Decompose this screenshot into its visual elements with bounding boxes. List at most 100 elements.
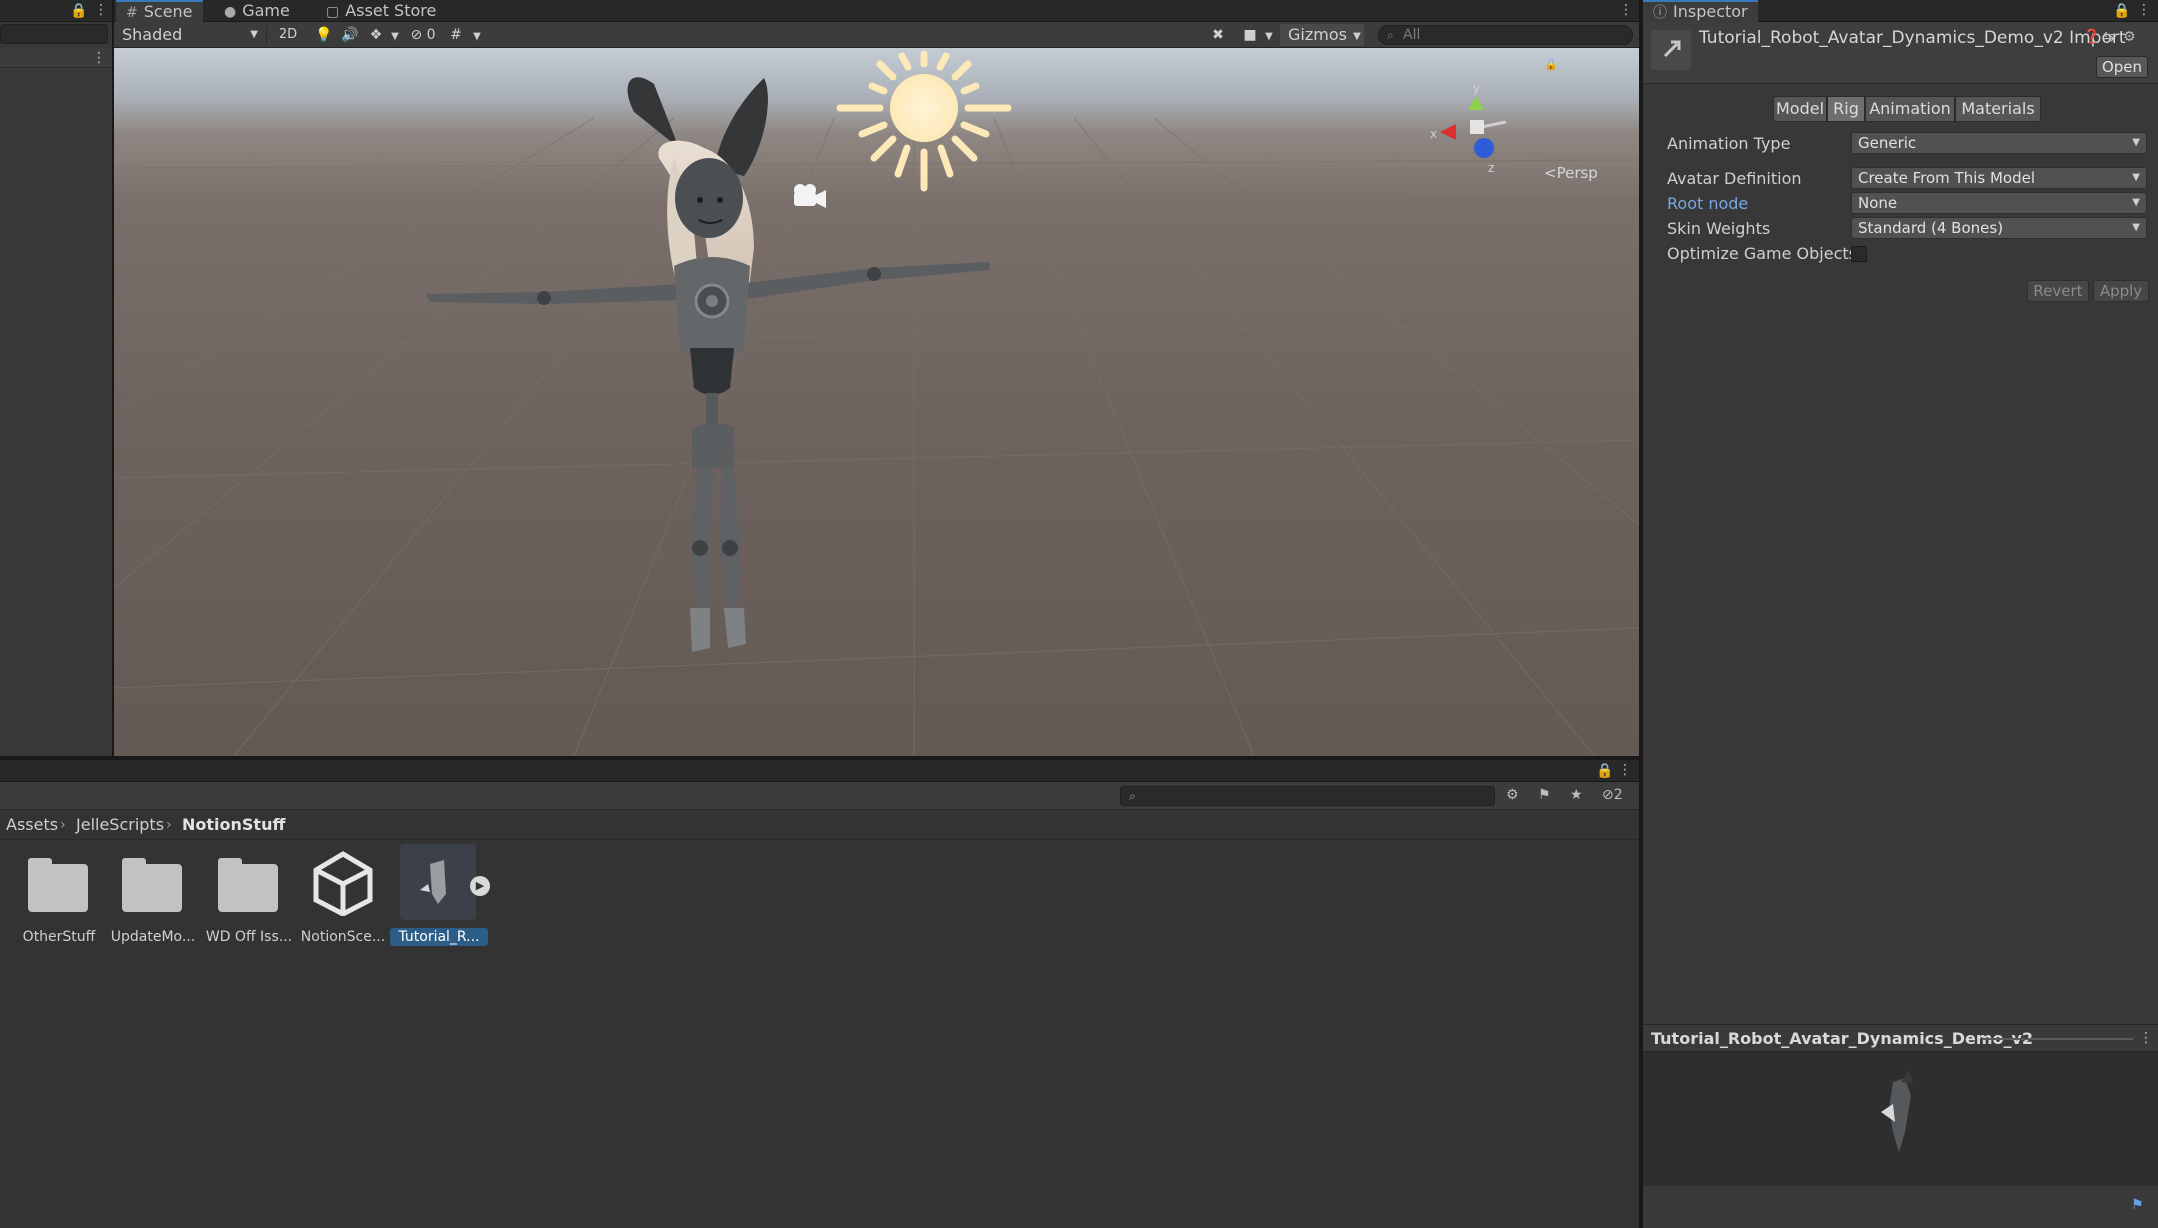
preview-header[interactable]: Tutorial_Robot_Avatar_Dynamics_Demo_v2 ⋮ (1643, 1024, 2158, 1052)
tab-scene-label: Scene (143, 2, 193, 21)
revert-button[interactable]: Revert (2027, 280, 2089, 302)
hierarchy-scene-row[interactable]: ⋮ (0, 48, 112, 68)
help-icon[interactable]: ❓ (2083, 30, 2100, 44)
hidden-packages-count: 2 (1613, 787, 1623, 803)
asset-scene-notionscene[interactable]: NotionSce... (298, 850, 388, 945)
sun-light-gizmo[interactable] (836, 50, 1012, 192)
avatar-definition-label: Avatar Definition (1667, 169, 1802, 188)
x-axis-label: x (1430, 127, 1437, 141)
kebab-menu-icon[interactable]: ⋮ (2139, 1031, 2153, 1045)
project-search-input[interactable]: ⌕ (1120, 786, 1495, 806)
root-node-dropdown[interactable]: None ▼ (1851, 192, 2147, 214)
chevron-down-icon: ▼ (250, 29, 258, 40)
breadcrumb-assets[interactable]: Assets (6, 810, 58, 840)
scene-search-placeholder: All (1403, 27, 1421, 43)
x-axis-handle (1440, 124, 1456, 140)
asset-model-tutorial-robot[interactable]: ▶ Tutorial_R... (390, 844, 490, 946)
lock-icon[interactable]: 🔒 (2113, 4, 2130, 18)
kebab-menu-icon[interactable]: ⋮ (92, 51, 106, 65)
z-axis-label: z (1488, 161, 1494, 175)
hierarchy-panel: 🔒 ⋮ ⋮ (0, 0, 114, 756)
effects-toggle-icon[interactable]: ❖ (364, 24, 388, 46)
preset-icon[interactable]: ⇆ (2103, 30, 2115, 44)
chevron-down-icon[interactable]: ▼ (388, 24, 402, 46)
avatar-definition-dropdown[interactable]: Create From This Model ▼ (1851, 167, 2147, 189)
scene-search-input[interactable]: ⌕ All (1378, 25, 1633, 45)
favorites-star-icon[interactable]: ★ (1570, 788, 1583, 802)
asset-folder-updatemo[interactable]: UpdateMo... (108, 850, 198, 945)
apply-button[interactable]: Apply (2093, 280, 2149, 302)
drag-handle[interactable] (1983, 1038, 2133, 1040)
tab-inspector-label: Inspector (1673, 2, 1748, 21)
root-node-label[interactable]: Root node (1667, 194, 1748, 213)
lock-icon: 🔒 (1544, 58, 1558, 71)
tools-icon[interactable]: ✖ (1206, 24, 1230, 46)
model-thumbnail-icon (400, 844, 476, 920)
preview-title: Tutorial_Robot_Avatar_Dynamics_Demo_v2 (1651, 1029, 2034, 1048)
inspector-header: ⓘ Inspector 🔒 ⋮ (1643, 0, 2158, 22)
gizmos-label: Gizmos (1288, 25, 1347, 44)
tab-animation[interactable]: Animation (1865, 96, 1955, 122)
tab-game-label: Game (242, 1, 290, 20)
scene-visibility-toggle[interactable]: ⊘ 0 (404, 24, 442, 46)
audio-toggle-icon[interactable]: 🔊 (338, 24, 362, 46)
animation-type-value: Generic (1858, 134, 1917, 152)
search-icon: ⌕ (1129, 789, 1136, 803)
tab-scene[interactable]: # Scene (116, 0, 203, 22)
animation-type-label: Animation Type (1667, 134, 1791, 153)
chevron-right-icon: › (60, 817, 66, 833)
hidden-packages-toggle[interactable]: ⊘2 (1602, 788, 1623, 802)
hierarchy-header: 🔒 ⋮ (0, 0, 112, 22)
open-button[interactable]: Open (2096, 56, 2148, 78)
shading-mode-dropdown[interactable]: Shaded ▼ (114, 24, 264, 46)
tab-inspector[interactable]: ⓘ Inspector (1643, 0, 1758, 22)
project-header: 🔒 ⋮ (0, 760, 1639, 782)
kebab-menu-icon[interactable]: ⋮ (2137, 3, 2151, 17)
chevron-down-icon[interactable]: ▼ (1350, 24, 1364, 46)
root-node-value: None (1858, 194, 1898, 212)
chevron-down-icon[interactable]: ▼ (1262, 24, 1276, 46)
tab-materials[interactable]: Materials (1955, 96, 2041, 122)
settings-gear-icon[interactable]: ⚙ (2123, 30, 2136, 44)
chevron-down-icon: ▼ (2132, 172, 2140, 183)
asset-label: UpdateMo... (110, 929, 196, 945)
grid-toggle-icon[interactable]: # (444, 24, 468, 46)
asset-label: Tutorial_R... (390, 928, 488, 946)
tag-icon[interactable]: ⚑ (2131, 1198, 2144, 1212)
skin-weights-dropdown[interactable]: Standard (4 Bones) ▼ (1851, 217, 2147, 239)
asset-folder-wd-off[interactable]: WD Off Iss... (204, 850, 294, 945)
model-preview[interactable] (1643, 1052, 2158, 1186)
toggle-2d-button[interactable]: 2D (272, 24, 304, 46)
asset-folder-otherstuff[interactable]: OtherStuff (14, 850, 104, 945)
kebab-menu-icon[interactable]: ⋮ (1619, 3, 1633, 17)
kebab-menu-icon[interactable]: ⋮ (94, 3, 108, 17)
tab-model[interactable]: Model (1773, 96, 1827, 122)
lock-icon[interactable]: 🔒 (1596, 764, 1613, 778)
scene-viewport[interactable]: y x z 🔒 <Persp (114, 48, 1639, 756)
kebab-menu-icon[interactable]: ⋮ (1618, 763, 1632, 777)
asset-label: WD Off Iss... (205, 929, 293, 945)
folder-icon (26, 850, 92, 920)
optimize-game-objects-checkbox[interactable] (1851, 246, 1867, 262)
hierarchy-search-input[interactable] (0, 24, 108, 44)
animation-type-dropdown[interactable]: Generic ▼ (1851, 132, 2147, 154)
projection-toggle[interactable]: <Persp (1544, 164, 1598, 182)
lighting-toggle-icon[interactable]: 💡 (312, 24, 336, 46)
tab-asset-store[interactable]: ▢ Asset Store (316, 0, 446, 22)
lock-icon[interactable]: 🔒 (70, 4, 87, 18)
filter-by-type-icon[interactable]: ⚙ (1506, 788, 1519, 802)
project-toolbar: ⌕ ⚙ ⚑ ★ ⊘2 (0, 782, 1639, 810)
chevron-down-icon[interactable]: ▼ (470, 24, 484, 46)
breadcrumb-jellescripts[interactable]: JelleScripts (76, 810, 164, 840)
tab-game[interactable]: ● Game (214, 0, 300, 22)
breadcrumb-notionstuff[interactable]: NotionStuff (182, 810, 285, 840)
filter-by-label-icon[interactable]: ⚑ (1538, 788, 1551, 802)
skin-weights-value: Standard (4 Bones) (1858, 219, 2004, 237)
gamepad-icon: ● (224, 4, 237, 20)
camera-gizmo[interactable] (794, 184, 826, 208)
hidden-count: 0 (426, 27, 436, 43)
import-asset-icon (1651, 30, 1691, 70)
tab-rig[interactable]: Rig (1827, 96, 1865, 122)
camera-icon[interactable]: ■ (1238, 24, 1262, 46)
expand-play-icon[interactable]: ▶ (470, 876, 490, 896)
